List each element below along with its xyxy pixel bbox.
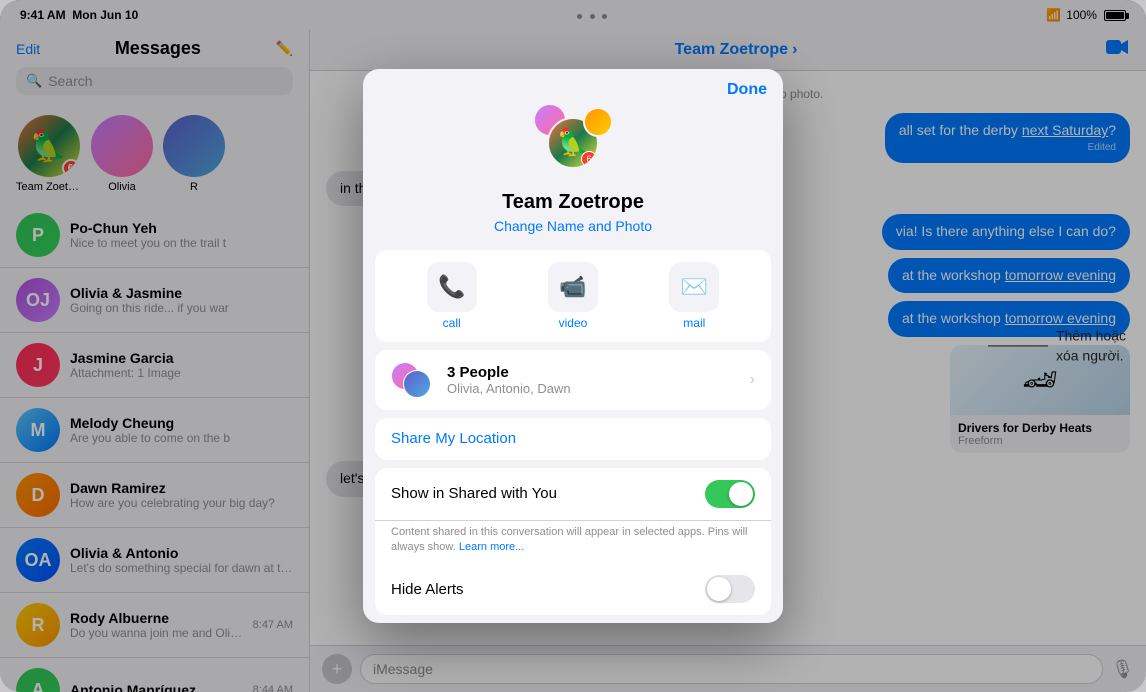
mail-label: mail bbox=[683, 316, 705, 330]
toggle-knob bbox=[729, 482, 753, 506]
group-badge: 6 bbox=[581, 151, 597, 167]
shared-with-you-section: Show in Shared with You Content shared i… bbox=[375, 468, 771, 616]
annotation-line bbox=[988, 346, 1048, 347]
mail-action-button[interactable]: ✉️ mail bbox=[669, 262, 719, 330]
people-info: 3 People Olivia, Antonio, Dawn bbox=[447, 364, 738, 396]
modal-header: Done bbox=[363, 69, 783, 99]
video-action-button[interactable]: 📹 video bbox=[548, 262, 598, 330]
people-avatars bbox=[391, 362, 435, 398]
group-info-modal: Done 🦜 6 Team Zoetrope Change Name and P… bbox=[363, 69, 783, 624]
ipad-frame: 9:41 AM Mon Jun 10 📶 100% Edit Messages bbox=[0, 0, 1146, 692]
done-button[interactable]: Done bbox=[727, 81, 767, 99]
share-location-label: Share My Location bbox=[391, 430, 516, 447]
annotation-text: Thêm hoặc xóa người. bbox=[1056, 326, 1126, 365]
call-action-button[interactable]: 📞 call bbox=[427, 262, 477, 330]
modal-group-info: 🦜 6 Team Zoetrope Change Name and Photo bbox=[363, 99, 783, 250]
hide-alerts-toggle[interactable] bbox=[705, 575, 755, 603]
group-avatar-small-2 bbox=[583, 107, 613, 137]
hide-alerts-label: Hide Alerts bbox=[391, 581, 464, 598]
hide-alerts-row: Hide Alerts bbox=[375, 563, 771, 615]
share-location-section: Share My Location bbox=[375, 418, 771, 460]
people-section: 3 People Olivia, Antonio, Dawn › bbox=[375, 350, 771, 410]
change-name-link[interactable]: Change Name and Photo bbox=[494, 218, 652, 234]
show-in-shared-label: Show in Shared with You bbox=[391, 485, 557, 502]
people-names: Olivia, Antonio, Dawn bbox=[447, 381, 738, 396]
share-location-row[interactable]: Share My Location bbox=[375, 418, 771, 460]
mail-icon: ✉️ bbox=[669, 262, 719, 312]
video-icon: 📹 bbox=[548, 262, 598, 312]
learn-more-link[interactable]: Learn more... bbox=[459, 541, 524, 553]
people-count: 3 People bbox=[447, 364, 738, 381]
group-name: Team Zoetrope bbox=[502, 191, 644, 214]
chevron-right-icon: › bbox=[750, 371, 755, 389]
show-in-shared-toggle[interactable] bbox=[705, 480, 755, 508]
toggle-description: Content shared in this conversation will… bbox=[375, 521, 771, 564]
action-buttons-row: 📞 call 📹 video ✉️ mail bbox=[375, 250, 771, 342]
show-in-shared-toggle-row: Show in Shared with You bbox=[375, 468, 771, 521]
call-label: call bbox=[443, 316, 461, 330]
group-avatars: 🦜 6 bbox=[533, 103, 613, 183]
person-avatar-2 bbox=[403, 370, 431, 398]
people-row[interactable]: 3 People Olivia, Antonio, Dawn › bbox=[375, 350, 771, 410]
video-label: video bbox=[559, 316, 588, 330]
modal-overlay: Done 🦜 6 Team Zoetrope Change Name and P… bbox=[0, 0, 1146, 692]
hide-alerts-toggle-knob bbox=[707, 577, 731, 601]
call-icon: 📞 bbox=[427, 262, 477, 312]
annotation-container: Thêm hoặc xóa người. bbox=[988, 326, 1126, 365]
